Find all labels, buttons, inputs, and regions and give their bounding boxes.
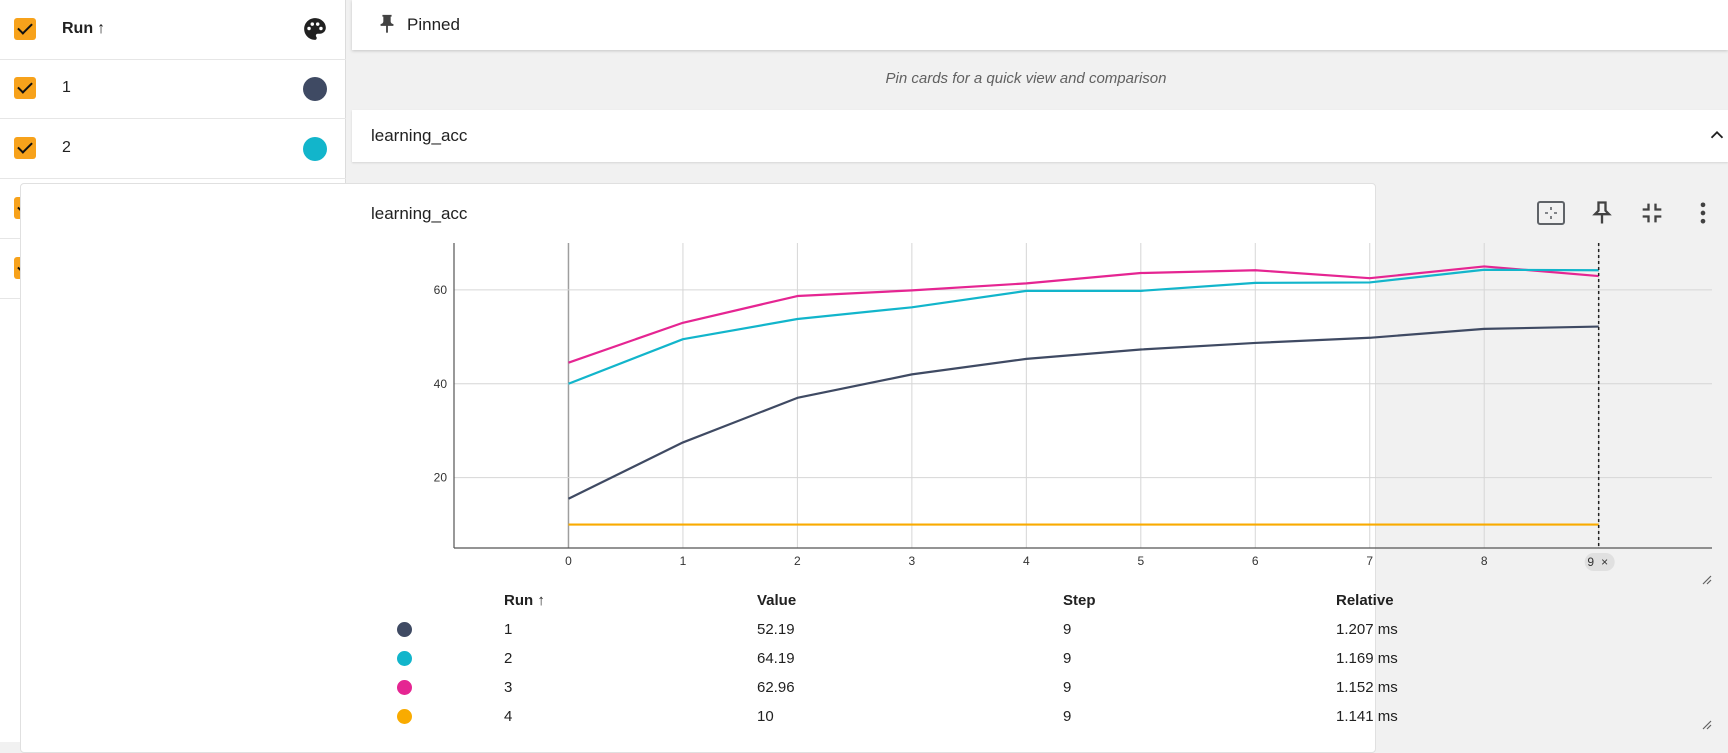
x-tick-label: 7 <box>1366 554 1373 568</box>
legend-color-dot <box>397 651 412 666</box>
table-cell-step: 9 <box>1063 679 1072 696</box>
table-cell-run: 4 <box>504 708 513 725</box>
line-chart[interactable]: 0 1 2 3 4 5 6 7 8204060 9 × <box>0 0 1728 742</box>
table-cell-value: 52.19 <box>757 621 795 638</box>
legend-color-dot <box>397 622 412 637</box>
x-tick-label: 1 <box>680 554 687 568</box>
x-tick-label: 4 <box>1023 554 1030 568</box>
table-cell-value: 10 <box>757 708 774 725</box>
close-icon: × <box>1601 555 1608 569</box>
table-cell-step: 9 <box>1063 650 1072 667</box>
table-cell-relative: 1.207 ms <box>1336 621 1398 638</box>
resize-handle-icon[interactable] <box>1700 573 1712 585</box>
y-tick-label: 20 <box>434 471 448 485</box>
table-cell-relative: 1.152 ms <box>1336 679 1398 696</box>
x-tick-label: 0 <box>565 554 572 568</box>
series-line-1 <box>567 325 1599 500</box>
legend-color-dot <box>397 680 412 695</box>
column-header-step[interactable]: Step <box>1063 592 1096 609</box>
x-tick-label: 6 <box>1252 554 1259 568</box>
table-cell-value: 62.96 <box>757 679 795 696</box>
table-cell-run: 2 <box>504 650 513 667</box>
x-tick-label: 3 <box>909 554 916 568</box>
legend-color-dot <box>397 709 412 724</box>
table-cell-step: 9 <box>1063 708 1072 725</box>
column-header-run[interactable]: Run ↑ <box>504 592 545 609</box>
chart-grid <box>454 243 1712 548</box>
table-cell-step: 9 <box>1063 621 1072 638</box>
column-header-value[interactable]: Value <box>757 592 796 609</box>
resize-handle-icon[interactable] <box>1700 718 1712 730</box>
series-line-2 <box>568 268 1599 385</box>
table-cell-relative: 1.169 ms <box>1336 650 1398 667</box>
hover-cursor: 9 × <box>1584 243 1615 571</box>
x-tick-label: 8 <box>1481 554 1488 568</box>
chart-series <box>567 265 1599 526</box>
y-tick-label: 60 <box>434 283 448 297</box>
series-line-3 <box>568 265 1599 364</box>
y-tick-label: 40 <box>434 377 448 391</box>
table-cell-run: 3 <box>504 679 513 696</box>
x-tick-label: 5 <box>1137 554 1144 568</box>
table-cell-value: 64.19 <box>757 650 795 667</box>
x-tick-label: 2 <box>794 554 801 568</box>
table-cell-run: 1 <box>504 621 513 638</box>
column-header-relative[interactable]: Relative <box>1336 592 1394 609</box>
hover-step-label: 9 <box>1587 555 1594 569</box>
table-cell-relative: 1.141 ms <box>1336 708 1398 725</box>
